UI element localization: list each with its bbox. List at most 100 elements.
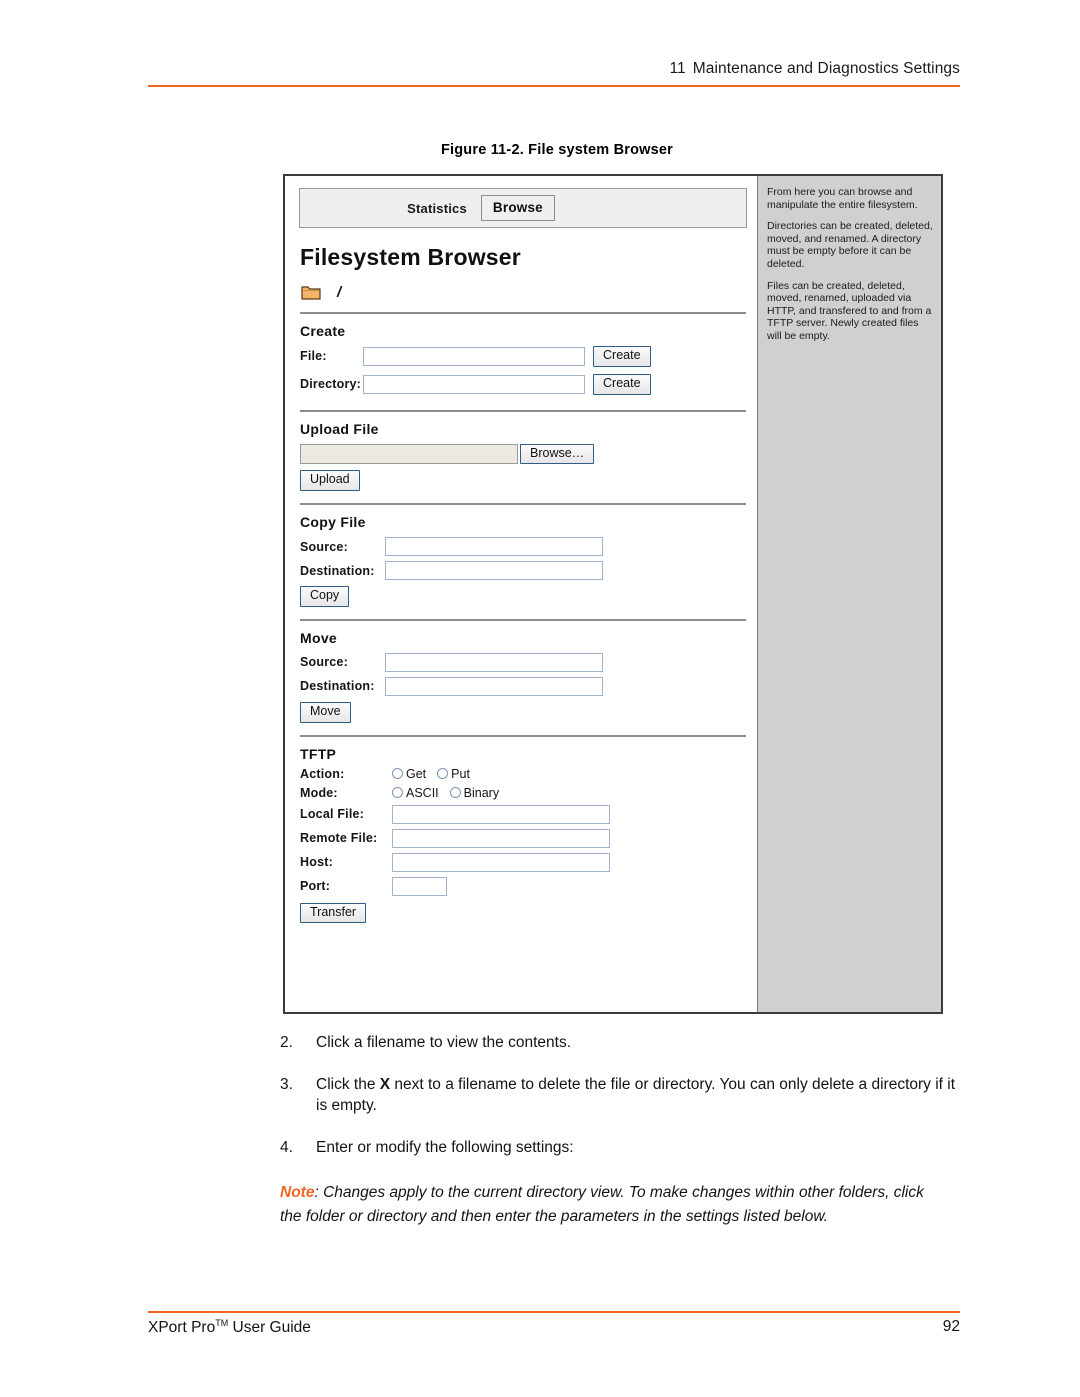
figure-caption: Figure 11-2. File system Browser [440,142,674,158]
page-title: Filesystem Browser [300,244,521,270]
tftp-action-put-label[interactable]: Put [451,767,470,781]
tftp-host-row: Host: [300,852,757,872]
list-item: 3. Click the X next to a filename to del… [280,1074,970,1116]
tftp-remote-file-input[interactable] [392,828,610,848]
move-destination-label: Destination: [300,679,375,694]
move-button[interactable]: Move [300,701,351,723]
tftp-mode-binary-label[interactable]: Binary [464,786,499,800]
step-text: Click the X next to a filename to delete… [316,1074,970,1116]
help-paragraph-2: Directories can be created, deleted, mov… [767,220,933,270]
tftp-action-put-radio[interactable] [437,768,449,779]
create-file-label: File: [300,349,327,364]
step-text-bold: X [379,1076,391,1093]
upload-button[interactable]: Upload [300,470,360,491]
screenshot-figure: Statistics Browse Filesystem Browser / C… [283,174,943,1014]
note-label: Note [280,1184,315,1201]
section-create-heading: Create [300,323,346,339]
running-header: 11 Maintenance and Diagnostics Settings [148,60,960,78]
move-destination-input[interactable] [385,676,603,696]
step-text: Click a filename to view the contents. [316,1034,572,1051]
divider [300,503,746,505]
tftp-remote-file-row: Remote File: [300,828,757,848]
tftp-host-label: Host: [300,855,333,869]
tftp-submit-row: Transfer [300,902,757,924]
move-source-input[interactable] [385,652,603,672]
help-text: From here you can browse and manipulate … [758,176,941,343]
tftp-mode-row: Mode: ASCII Binary [300,786,757,800]
create-directory-input[interactable] [363,374,585,394]
tftp-action-label: Action: [300,766,345,781]
page-number: 92 [942,1318,960,1335]
copy-destination-input[interactable] [385,561,603,580]
tftp-port-input[interactable] [392,876,447,896]
guide-title-before: XPort Pro [148,1319,216,1337]
copy-destination-label: Destination: [300,563,375,578]
guide-title-after: User Guide [228,1319,311,1337]
divider [300,618,746,621]
create-file-button[interactable]: Create [593,346,651,367]
tftp-action-get-radio[interactable] [392,768,403,779]
help-paragraph-3: Files can be created, deleted, moved, re… [767,279,932,342]
copy-destination-row: Destination: [300,561,757,580]
section-move-heading: Move [300,629,337,646]
folder-icon [301,284,321,301]
create-directory-row: Directory: Create [300,373,757,395]
divider [300,734,746,737]
tftp-mode-binary-radio[interactable] [449,787,461,798]
tab-statistics[interactable]: Statistics [407,201,467,216]
section-copy-heading: Copy File [300,514,366,530]
step-text-after: next to a filename to delete the file or… [316,1076,956,1114]
section-upload-heading: Upload File [300,420,379,437]
create-file-input[interactable] [363,346,585,366]
copy-source-label: Source: [300,539,348,554]
tftp-remote-file-label: Remote File: [300,831,378,845]
step-text: Enter or modify the following settings: [316,1139,574,1156]
tftp-mode-ascii-label[interactable]: ASCII [406,786,439,800]
copy-source-row: Source: [300,537,757,556]
step-number: 2. [280,1034,293,1051]
tab-bar: Statistics Browse [299,188,747,228]
list-item: 4. Enter or modify the following setting… [280,1137,970,1158]
help-sidebar: From here you can browse and manipulate … [757,176,941,1012]
header-rule [148,85,960,87]
step-text-before: Click the [316,1076,380,1093]
upload-file-input[interactable] [300,443,518,464]
guide-title: XPort ProTM User Guide [148,1318,311,1337]
trademark-symbol: TM [215,1318,229,1328]
chapter-number: 11 [669,60,686,77]
section-tftp-heading: TFTP [300,745,337,762]
move-source-row: Source: [300,652,757,672]
divider [300,312,746,314]
tftp-action-row: Action: Get Put [300,767,757,781]
tftp-port-label: Port: [300,879,331,893]
upload-file-row: Browse… [300,443,757,465]
copy-source-input[interactable] [385,537,603,556]
move-destination-row: Destination: [300,676,757,696]
tftp-action-get-label[interactable]: Get [406,767,426,781]
step-number: 4. [280,1139,293,1156]
tftp-host-input[interactable] [392,852,610,872]
upload-submit-row: Upload [300,470,757,491]
create-directory-label: Directory: [300,377,362,392]
copy-button[interactable]: Copy [300,586,350,607]
tftp-mode-label: Mode: [300,785,338,800]
list-item: 2. Click a filename to view the contents… [280,1032,970,1053]
step-number: 3. [280,1076,293,1093]
tab-browse[interactable]: Browse [480,195,555,221]
tftp-local-file-row: Local File: [300,804,757,824]
tftp-transfer-button[interactable]: Transfer [300,902,367,924]
note-block: Note: Changes apply to the current direc… [280,1181,940,1229]
tftp-local-file-label: Local File: [300,807,365,821]
tftp-port-row: Port: [300,876,757,896]
footer-rule [148,1311,960,1313]
upload-browse-button[interactable]: Browse… [520,443,595,465]
tftp-mode-ascii-radio[interactable] [392,787,403,798]
tftp-local-file-input[interactable] [392,804,610,824]
move-source-label: Source: [300,655,348,670]
page-footer: XPort ProTM User Guide 92 [148,1318,960,1337]
chapter-title: Maintenance and Diagnostics Settings [692,60,960,77]
note-text: : Changes apply to the current directory… [280,1184,924,1225]
create-directory-button[interactable]: Create [593,373,651,395]
path-text[interactable]: / [337,284,341,301]
divider [300,409,746,412]
